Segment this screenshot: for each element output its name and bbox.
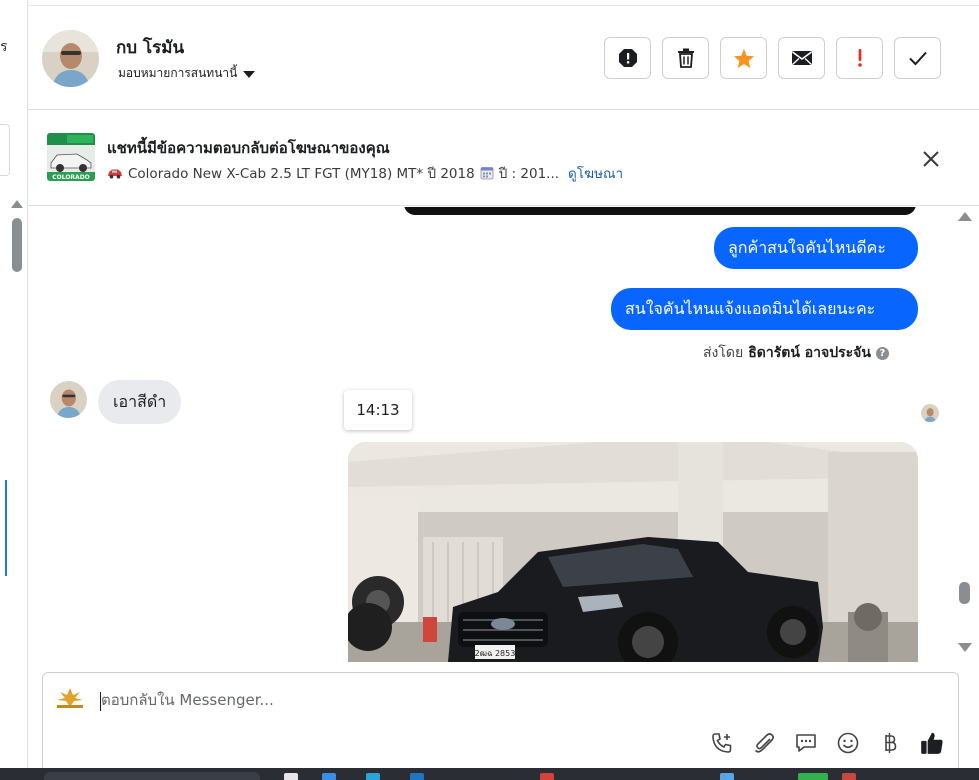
thread-scroll-up-arrow[interactable] [958, 212, 972, 221]
taskbar-app-icon[interactable] [322, 773, 336, 780]
incoming-message[interactable]: เอาสีดำ [98, 380, 182, 424]
thread-scrollbar-thumb[interactable] [959, 582, 970, 604]
taskbar-app-icon[interactable] [720, 773, 734, 780]
outgoing-message-text: สนใจคันไหนแจ้งแอดมินได้เลยนะคะ [625, 298, 876, 318]
emoji-button[interactable] [833, 729, 863, 757]
chat-bubble-icon [796, 734, 816, 752]
message-thread[interactable]: ลูกค้าสนใจคันไหนดีคะ สนใจคันไหนแจ้งแอดมิ… [28, 207, 979, 662]
like-button[interactable] [917, 729, 947, 757]
os-taskbar [0, 768, 979, 780]
important-icon [857, 49, 862, 67]
inbox-conversation: ร กบ โรมัน มอบหมายการสนทนานี้ COLORADO แ… [0, 0, 979, 780]
cut-list-text: ร [0, 39, 8, 55]
seen-avatar [921, 404, 939, 422]
saved-replies-button[interactable] [791, 729, 821, 757]
image-attachment[interactable]: 2ฒฉ 2853 [348, 442, 918, 662]
mark-unread-icon [791, 51, 812, 65]
star-button[interactable] [720, 37, 767, 79]
list-scroll-up-arrow[interactable] [11, 200, 23, 208]
baht-icon [885, 733, 897, 753]
close-banner-button[interactable] [921, 149, 941, 169]
ad-thumb-label: COLORADO [52, 174, 90, 181]
contact-avatar[interactable] [42, 30, 99, 87]
conversation-header: กบ โรมัน มอบหมายการสนทนานี้ [28, 7, 979, 110]
star-icon [733, 48, 754, 68]
mark-done-button[interactable] [894, 37, 941, 79]
thread-scroll-down-arrow[interactable] [958, 643, 972, 652]
taskbar-app-icon[interactable] [842, 773, 856, 780]
taskbar-app-icon[interactable] [540, 773, 554, 780]
taskbar-app-icon[interactable] [410, 773, 424, 780]
timestamp-text: 14:13 [356, 401, 400, 419]
conversation-actions [604, 37, 941, 79]
close-icon [923, 151, 939, 167]
incoming-message-text: เอาสีดำ [113, 391, 167, 411]
calendar-icon [480, 167, 494, 180]
view-ad-link[interactable]: ดูโฆษณา [568, 162, 623, 184]
top-divider [28, 0, 979, 6]
conversation-list-edge: ร [0, 0, 28, 768]
reply-composer [42, 672, 959, 768]
active-indicator [5, 480, 7, 576]
mark-important-button[interactable] [836, 37, 883, 79]
timestamp-tooltip: 14:13 [344, 390, 412, 430]
taskbar-app-icon[interactable] [366, 773, 380, 780]
delete-button[interactable] [662, 37, 709, 79]
ad-banner-subtitle: Colorado New X-Cab 2.5 LT FGT (MY18) MT*… [107, 162, 623, 184]
assign-label: มอบหมายการสนทนานี้ [118, 66, 238, 80]
car-icon [108, 169, 122, 178]
assign-conversation-dropdown[interactable]: มอบหมายการสนทนานี้ [118, 64, 256, 83]
message-bubble-cut [404, 207, 916, 215]
phone-plus-icon [712, 733, 732, 753]
reply-input[interactable] [101, 691, 701, 709]
caret-down-icon [243, 70, 256, 78]
ad-year-text: ปี : 201... [498, 166, 560, 182]
ad-banner-title: แชทนี้มีข้อความตอบกลับต่อโฆษณาของคุณ [107, 139, 390, 157]
taskbar-search[interactable] [44, 772, 260, 780]
ad-thumbnail[interactable]: COLORADO [47, 133, 95, 181]
done-check-icon [908, 51, 927, 66]
help-icon[interactable]: ? [875, 346, 889, 360]
license-plate: 2ฒฉ 2853 [475, 649, 516, 658]
smiley-icon [837, 732, 859, 754]
paperclip-icon [754, 733, 774, 753]
thumbs-up-icon [921, 732, 943, 754]
taskbar-app-icon[interactable] [798, 773, 828, 780]
payment-button[interactable] [875, 729, 905, 757]
sent-by-name: ธิดารัตน์ อาจประจัน [748, 345, 871, 361]
outgoing-message-text: ลูกค้าสนใจคันไหนดีคะ [728, 237, 886, 257]
taskbar-app-icon[interactable] [284, 773, 298, 780]
outgoing-message[interactable]: ลูกค้าสนใจคันไหนดีคะ [714, 227, 918, 269]
sent-by-prefix: ส่งโดย [703, 345, 744, 361]
spam-icon [618, 49, 637, 67]
mark-unread-button[interactable] [778, 37, 825, 79]
mark-spam-button[interactable] [604, 37, 651, 79]
page-logo-icon [53, 686, 87, 710]
sent-by-label: ส่งโดย ธิดารัตน์ อาจประจัน ? [703, 342, 889, 364]
trash-icon [677, 48, 694, 68]
cut-list-card[interactable] [0, 124, 10, 176]
attach-button[interactable] [749, 729, 779, 757]
outgoing-message[interactable]: สนใจคันไหนแจ้งแอดมินได้เลยนะคะ [611, 288, 918, 330]
sender-avatar[interactable] [50, 381, 87, 418]
composer-toolbar [707, 729, 947, 757]
contact-name: กบ โรมัน [116, 38, 185, 58]
list-scrollbar-thumb[interactable] [12, 218, 22, 272]
ad-reply-banner: COLORADO แชทนี้มีข้อความตอบกลับต่อโฆษณาข… [28, 111, 979, 206]
call-button[interactable] [707, 729, 737, 757]
ad-car-text: Colorado New X-Cab 2.5 LT FGT (MY18) MT*… [128, 166, 475, 182]
